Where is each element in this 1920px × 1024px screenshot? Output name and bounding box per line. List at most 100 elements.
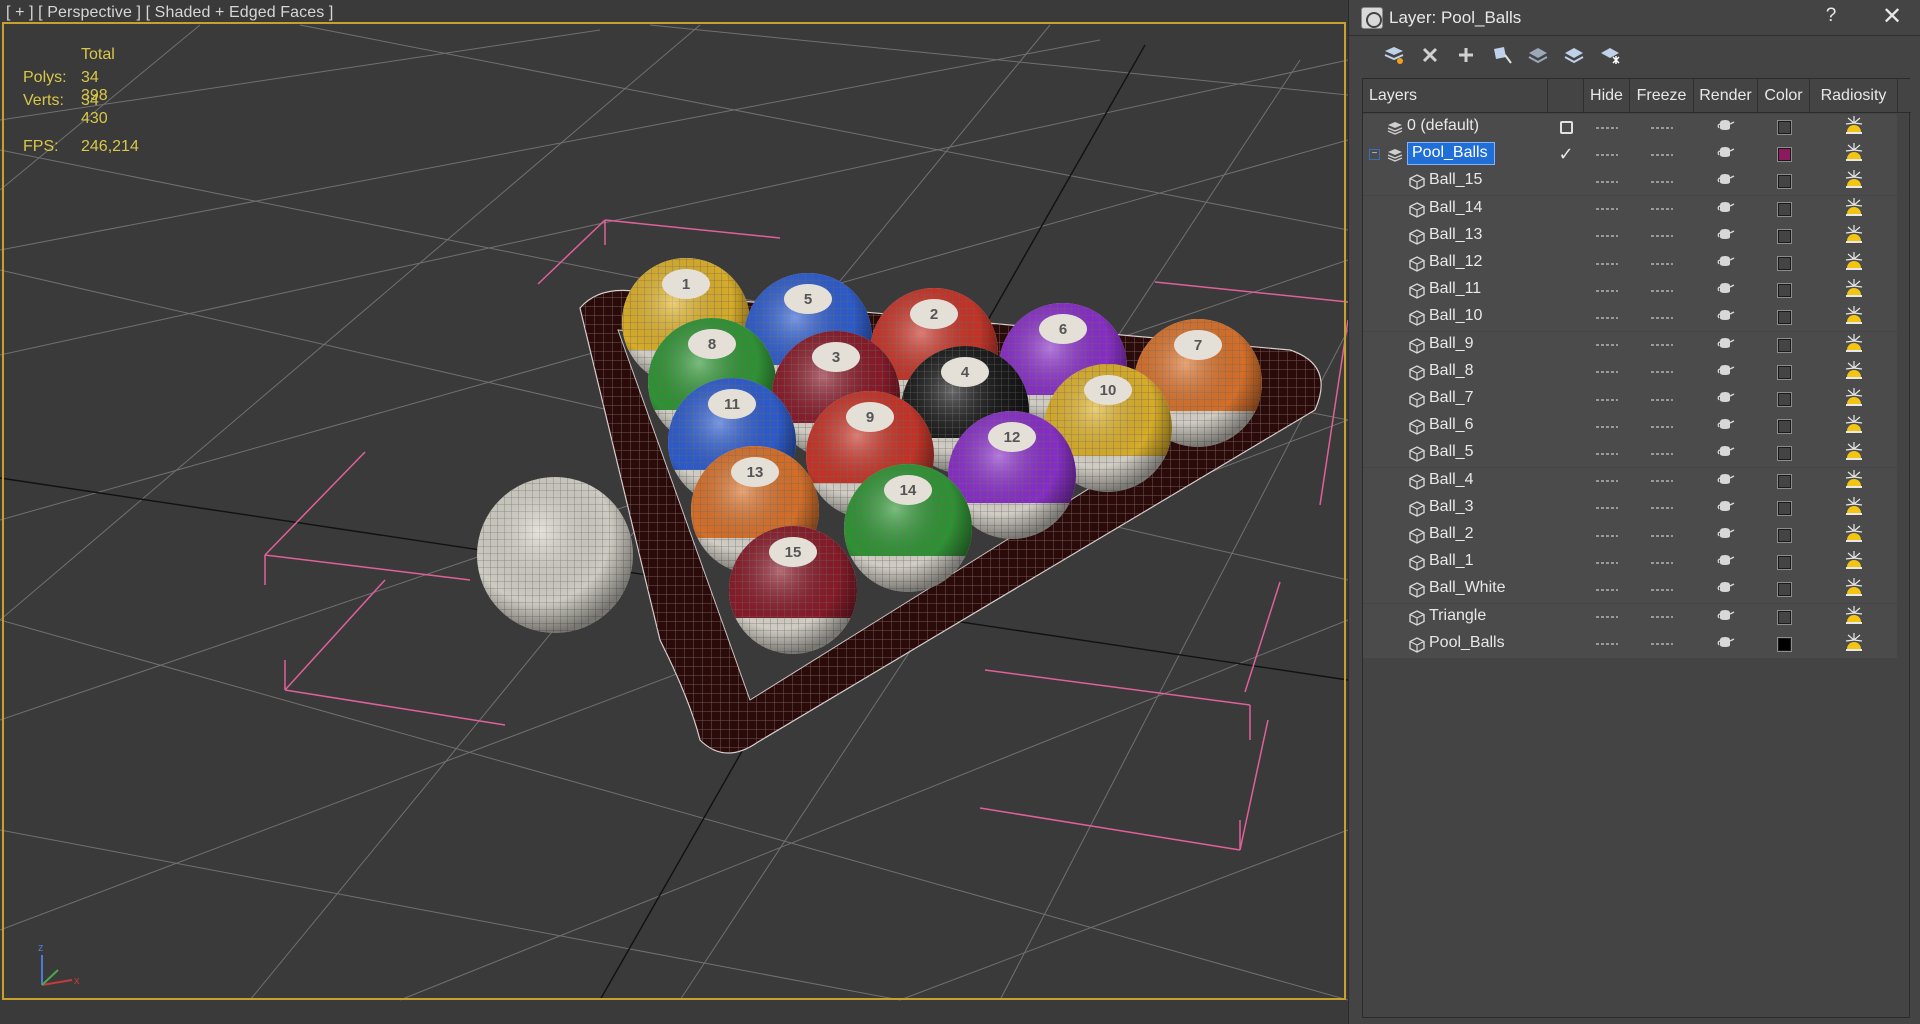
row-name-label[interactable]: Ball_5 [1429,443,1473,461]
row-name-label[interactable]: 0 (default) [1407,117,1479,135]
freeze-toggle[interactable] [1630,277,1694,304]
radiosity-toggle[interactable] [1810,141,1898,168]
radiosity-toggle[interactable] [1810,168,1898,195]
color-swatch-cell[interactable] [1758,440,1810,467]
hide-toggle[interactable] [1584,223,1630,250]
object-row[interactable]: Ball_3 [1363,494,1898,522]
object-row[interactable]: Ball_9 [1363,331,1897,359]
object-row[interactable]: Ball_11 [1363,277,1898,305]
hide-toggle[interactable] [1584,631,1630,658]
render-toggle[interactable] [1694,576,1758,603]
radiosity-toggle[interactable] [1810,576,1898,603]
hide-toggle[interactable] [1584,332,1630,359]
hide-toggle[interactable] [1584,168,1630,195]
radiosity-toggle[interactable] [1810,522,1898,549]
render-toggle[interactable] [1694,168,1758,195]
color-swatch-cell[interactable] [1758,196,1810,223]
radiosity-toggle[interactable] [1810,549,1898,576]
hide-toggle[interactable] [1584,576,1630,603]
row-name-label[interactable]: Ball_12 [1429,253,1482,271]
color-swatch-cell[interactable] [1758,386,1810,413]
color-swatch-cell[interactable] [1758,576,1810,603]
hide-toggle[interactable] [1584,304,1630,331]
color-swatch-cell[interactable] [1758,332,1810,359]
hide-toggle[interactable] [1584,250,1630,277]
color-swatch-cell[interactable] [1758,522,1810,549]
freeze-toggle[interactable] [1630,332,1694,359]
create-layer-button[interactable] [1380,44,1408,70]
object-row[interactable]: Ball_12 [1363,250,1897,277]
render-toggle[interactable] [1694,604,1758,631]
color-swatch-cell[interactable] [1758,168,1810,195]
collapse-toggle-icon[interactable]: − [1369,149,1380,161]
object-row[interactable]: Ball_8 [1363,358,1897,386]
column-color-header[interactable]: Color [1758,79,1810,113]
row-name-label[interactable]: Pool_Balls [1407,142,1495,166]
row-name-label[interactable]: Ball_8 [1429,362,1473,380]
object-row[interactable]: Ball_10 [1363,304,1897,332]
object-row[interactable]: Ball_15 [1363,168,1898,196]
column-freeze-header[interactable]: Freeze [1630,79,1694,113]
row-name-label[interactable]: Ball_15 [1429,171,1482,189]
select-highlighted-button[interactable] [1488,44,1516,70]
freeze-toggle[interactable] [1630,386,1694,413]
render-toggle[interactable] [1694,440,1758,467]
hide-toggle[interactable] [1584,549,1630,576]
color-swatch-cell[interactable] [1758,250,1810,277]
current-layer-cell[interactable] [1548,114,1584,141]
render-toggle[interactable] [1694,250,1758,277]
radiosity-toggle[interactable] [1810,114,1898,141]
render-toggle[interactable] [1694,277,1758,304]
current-layer-cell[interactable]: ✓ [1548,141,1584,168]
radiosity-toggle[interactable] [1810,250,1898,277]
color-swatch-cell[interactable] [1758,631,1810,658]
hide-toggle[interactable] [1584,114,1630,141]
freeze-toggle[interactable] [1630,576,1694,603]
render-toggle[interactable] [1694,332,1758,359]
freeze-toggle[interactable] [1630,413,1694,440]
radiosity-toggle[interactable] [1810,277,1898,304]
render-toggle[interactable] [1694,495,1758,522]
radiosity-toggle[interactable] [1810,413,1898,440]
row-name-label[interactable]: Ball_6 [1429,416,1473,434]
object-row[interactable]: Ball_7 [1363,386,1897,413]
object-row[interactable]: Ball_1 [1363,549,1898,577]
column-current-header[interactable] [1548,79,1584,113]
render-toggle[interactable] [1694,468,1758,495]
render-toggle[interactable] [1694,386,1758,413]
close-button[interactable]: ✕ [1877,2,1907,31]
object-row[interactable]: Ball_14 [1363,195,1897,223]
layer-list[interactable]: Layers Hide Freeze Render Color Radiosity 0 (… [1362,78,1911,1018]
color-swatch-cell[interactable] [1758,141,1810,168]
freeze-toggle[interactable] [1630,631,1694,658]
freeze-toggle[interactable] [1630,549,1694,576]
layer-row[interactable]: 0 (default) [1363,114,1897,141]
radiosity-toggle[interactable] [1810,604,1898,631]
highlight-selected-button[interactable] [1524,44,1552,70]
freeze-toggle[interactable] [1630,359,1694,386]
color-swatch-cell[interactable] [1758,114,1810,141]
radiosity-toggle[interactable] [1810,468,1898,495]
render-toggle[interactable] [1694,549,1758,576]
freeze-all-layers-button[interactable] [1596,44,1624,70]
freeze-toggle[interactable] [1630,440,1694,467]
object-row[interactable]: Pool_Balls [1363,630,1897,658]
row-name-label[interactable]: Ball_11 [1429,280,1481,298]
color-swatch-cell[interactable] [1758,304,1810,331]
row-name-label[interactable]: Ball_3 [1429,498,1473,516]
hide-toggle[interactable] [1584,386,1630,413]
row-name-label[interactable]: Ball_4 [1429,471,1473,489]
radiosity-toggle[interactable] [1810,495,1898,522]
delete-layer-button[interactable] [1416,44,1444,70]
row-name-label[interactable]: Ball_1 [1429,552,1473,570]
column-radiosity-header[interactable]: Radiosity [1810,79,1898,113]
row-name-label[interactable]: Ball_14 [1429,199,1482,217]
radiosity-toggle[interactable] [1810,440,1898,467]
freeze-toggle[interactable] [1630,522,1694,549]
row-name-label[interactable]: Ball_White [1429,579,1505,597]
render-toggle[interactable] [1694,413,1758,440]
viewport-label[interactable]: [ + ] [ Perspective ] [ Shaded + Edged F… [6,4,333,22]
hide-all-layers-button[interactable] [1560,44,1588,70]
freeze-toggle[interactable] [1630,114,1694,141]
render-toggle[interactable] [1694,359,1758,386]
